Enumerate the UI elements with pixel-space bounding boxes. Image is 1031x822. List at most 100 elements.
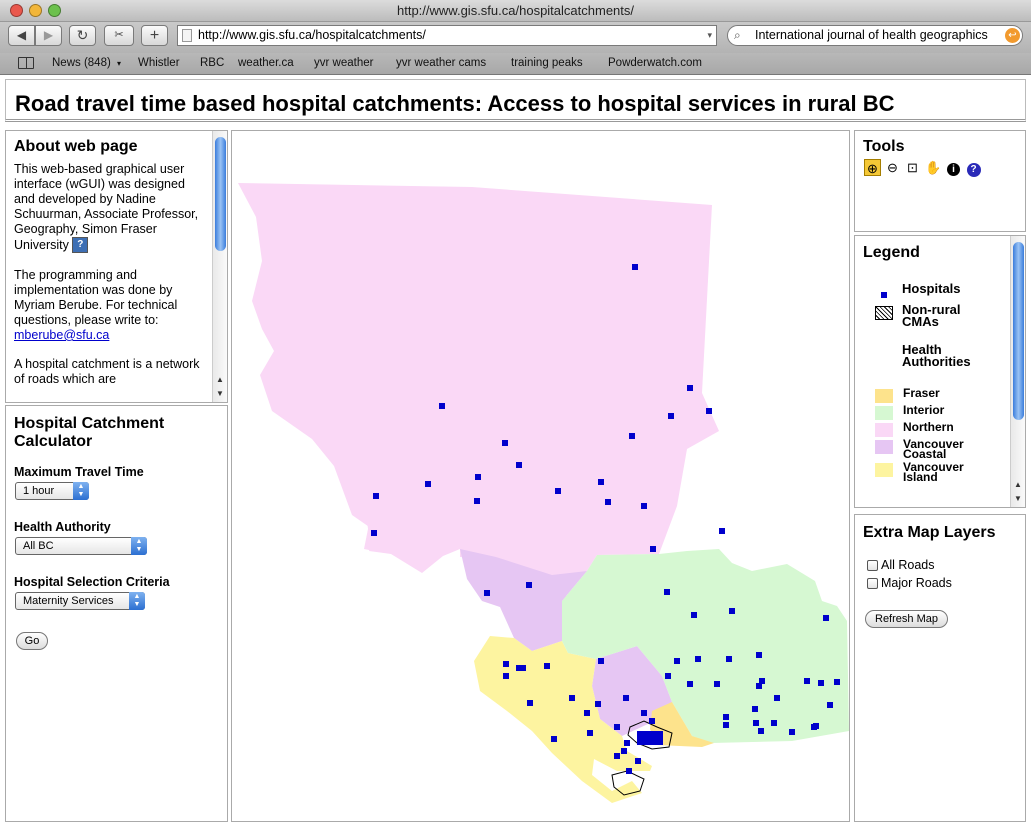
- health-authority-select[interactable]: All BC ▲ ▼: [15, 537, 147, 555]
- bookmark-yvr-weather[interactable]: yvr weather: [314, 53, 373, 74]
- map-view[interactable]: [231, 130, 850, 822]
- health-authority-label: Health Authority: [14, 520, 111, 534]
- swatch-vancouver-island: [875, 463, 893, 477]
- selection-criteria-value: Maternity Services: [23, 595, 114, 607]
- scroll-up-icon[interactable]: ▲: [213, 373, 227, 387]
- hospital-point: [624, 740, 630, 746]
- select-stepper-icon: ▲ ▼: [131, 537, 147, 555]
- about-panel: About web page This web-based graphical …: [5, 130, 228, 403]
- hospital-point: [668, 413, 674, 419]
- legend-northern: Northern: [903, 420, 954, 434]
- info-icon[interactable]: i: [945, 159, 962, 176]
- hospital-point: [834, 679, 840, 685]
- extra-layers-heading: Extra Map Layers: [863, 524, 996, 541]
- hospital-point: [641, 710, 647, 716]
- hospital-point: [753, 720, 759, 726]
- major-roads-checkbox[interactable]: [867, 578, 878, 589]
- about-heading: About web page: [14, 138, 138, 155]
- hospital-point: [614, 724, 620, 730]
- zoom-in-icon[interactable]: ⊕: [864, 159, 881, 176]
- zoom-out-icon[interactable]: ⊖: [884, 159, 901, 176]
- bookmark-training-peaks[interactable]: training peaks: [511, 53, 583, 74]
- hospital-point: [555, 488, 561, 494]
- legend-scroll-thumb[interactable]: [1013, 242, 1024, 420]
- search-go-icon[interactable]: ↩: [1005, 28, 1020, 43]
- legend-health-authorities: Health Authorities: [902, 342, 971, 369]
- hospital-point: [439, 403, 445, 409]
- hospital-point: [621, 748, 627, 754]
- hospital-point: [371, 530, 377, 536]
- hospital-point: [774, 695, 780, 701]
- address-bar[interactable]: http://www.gis.sfu.ca/hospitalcatchments…: [177, 25, 717, 46]
- hospital-point: [605, 499, 611, 505]
- hospital-point: [373, 493, 379, 499]
- hospital-point: [584, 710, 590, 716]
- bookmark-weather[interactable]: weather.ca: [238, 53, 294, 74]
- add-bookmark-button[interactable]: +: [141, 25, 168, 46]
- minimize-window-button[interactable]: [29, 4, 42, 17]
- snapback-icon[interactable]: ✂: [104, 25, 134, 46]
- travel-time-select[interactable]: 1 hour ▲ ▼: [15, 482, 89, 500]
- hospital-point: [551, 736, 557, 742]
- hospital-point: [726, 656, 732, 662]
- hospital-point: [632, 264, 638, 270]
- help-icon[interactable]: ?: [72, 237, 89, 253]
- hospital-point: [598, 479, 604, 485]
- hospital-point: [714, 681, 720, 687]
- bookmark-powderwatch[interactable]: Powderwatch.com: [608, 53, 702, 74]
- close-window-button[interactable]: [10, 4, 23, 17]
- contact-email-link[interactable]: mberube@sfu.ca: [14, 328, 109, 342]
- search-text: International journal of health geograph…: [755, 28, 988, 42]
- go-button[interactable]: Go: [16, 632, 48, 650]
- hospital-point: [823, 615, 829, 621]
- zoom-extent-icon[interactable]: ⊡: [904, 159, 921, 176]
- hospital-point: [650, 546, 656, 552]
- about-scrollbar[interactable]: ▲ ▼: [212, 131, 227, 402]
- bookmarks-bar: News (848) ▾ Whistler RBC weather.ca yvr…: [0, 53, 1031, 75]
- bookmark-rbc[interactable]: RBC: [200, 53, 224, 74]
- scroll-up-icon[interactable]: ▲: [1011, 478, 1025, 492]
- all-roads-label: All Roads: [881, 558, 935, 572]
- legend-scrollbar[interactable]: ▲ ▼: [1010, 236, 1025, 507]
- legend-fraser: Fraser: [903, 386, 940, 400]
- swatch-vancouver-coastal: [875, 440, 893, 454]
- bookmark-news-dropdown-icon[interactable]: ▾: [117, 53, 121, 74]
- legend-vancouver-island: Vancouver Island: [903, 460, 964, 484]
- health-authority-value: All BC: [23, 540, 54, 552]
- hospital-point: [516, 462, 522, 468]
- legend-panel: Legend Hospitals Non-rural CMAs Health A…: [854, 235, 1026, 508]
- bc-map[interactable]: [232, 131, 849, 821]
- hospital-point: [657, 739, 663, 745]
- hospital-point: [789, 729, 795, 735]
- search-field[interactable]: ⌕ International journal of health geogra…: [727, 25, 1023, 46]
- bookmark-yvr-weather-cams[interactable]: yvr weather cams: [396, 53, 486, 74]
- about-paragraph-1: This web-based graphical user interface …: [14, 162, 199, 252]
- pan-hand-icon[interactable]: ✋: [925, 159, 942, 176]
- forward-button[interactable]: ▶: [35, 25, 62, 46]
- reload-button[interactable]: ↻: [69, 25, 96, 46]
- legend-vancouver-coastal: Vancouver Coastal: [903, 437, 964, 461]
- bookmarks-book-icon[interactable]: [18, 57, 34, 69]
- scroll-down-icon[interactable]: ▼: [213, 387, 227, 401]
- about-scroll-thumb[interactable]: [215, 137, 226, 251]
- hospital-point: [614, 753, 620, 759]
- scroll-down-icon[interactable]: ▼: [1011, 492, 1025, 506]
- zoom-window-button[interactable]: [48, 4, 61, 17]
- hospital-point: [635, 758, 641, 764]
- help-icon[interactable]: ?: [965, 159, 982, 177]
- bookmark-whistler[interactable]: Whistler: [138, 53, 180, 74]
- hospital-point: [664, 589, 670, 595]
- page-icon: [182, 29, 192, 42]
- hospital-point: [729, 608, 735, 614]
- back-button[interactable]: ◀: [8, 25, 35, 46]
- hospital-point: [595, 701, 601, 707]
- selection-criteria-select[interactable]: Maternity Services ▲ ▼: [15, 592, 145, 610]
- bookmark-news[interactable]: News (848): [52, 53, 111, 74]
- window-title: http://www.gis.sfu.ca/hospitalcatchments…: [397, 3, 634, 18]
- refresh-map-button[interactable]: Refresh Map: [865, 610, 948, 628]
- all-roads-checkbox[interactable]: [867, 560, 878, 571]
- travel-time-label: Maximum Travel Time: [14, 465, 144, 479]
- address-dropdown-icon[interactable]: ▾: [707, 26, 712, 45]
- hospital-point: [502, 440, 508, 446]
- hospital-point: [425, 481, 431, 487]
